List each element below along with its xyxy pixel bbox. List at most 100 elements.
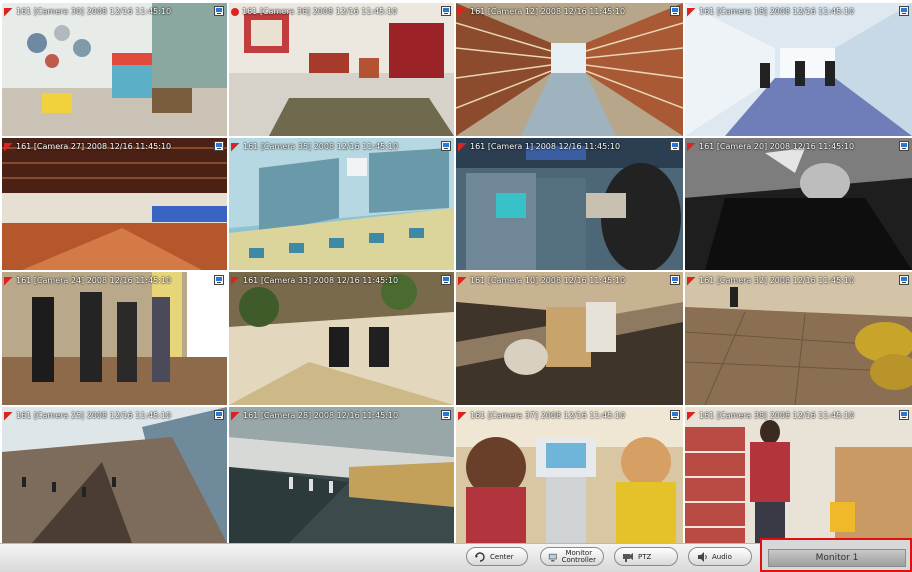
monitor-icon — [899, 6, 909, 16]
camera-label: 161 [Camera 28] 2008 12/16 11:45:10 — [243, 411, 399, 420]
camera-image-conference — [456, 407, 683, 543]
camera-label: 161 [Camera 33] 2008 12/16 11:45:10 — [243, 276, 399, 285]
camera-image-library — [456, 3, 683, 136]
camera-osd: 161 [Camera 1] 2008 12/16 11:45:10 — [458, 140, 620, 154]
record-status-icon — [687, 276, 696, 286]
camera-image-plaza — [685, 272, 912, 405]
monitor-icon — [441, 275, 451, 285]
monitor-icon — [441, 410, 451, 420]
camera-view-tile[interactable]: 161 [Camera 33] 2008 12/16 11:45:10 — [229, 272, 454, 405]
monitor-icon — [441, 141, 451, 151]
ptz-label: PTZ — [638, 552, 652, 561]
record-status-icon — [4, 142, 13, 152]
camera-view-tile[interactable]: 161 [Camera 25] 2008 12/16 11:45:10 — [2, 407, 227, 543]
camera-image-playroom — [2, 3, 227, 136]
camera-image-atm — [456, 138, 683, 270]
camera-label: 161 [Camera 18] 2008 12/16 11:45:10 — [699, 7, 855, 16]
monitor-icon — [670, 275, 680, 285]
monitor-controller-label-line2: Controller — [561, 555, 596, 564]
camera-osd: 161 [Camera 27] 2008 12/16 11:45:10 — [4, 140, 171, 154]
ptz-button[interactable]: PTZ — [614, 547, 678, 566]
record-status-icon — [458, 276, 467, 286]
camera-label: 161 [Camera 27] 2008 12/16 11:45:10 — [16, 142, 172, 151]
camera-label: 161 [Camera 32] 2008 12/16 11:45:10 — [699, 276, 855, 285]
camera-osd: 161 [Camera 28] 2008 12/16 11:45:10 — [231, 409, 398, 423]
camera-label: 161 [Camera 35] 2008 12/16 11:45:10 — [243, 142, 399, 151]
camera-osd: 161 [Camera 25] 2008 12/16 11:45:10 — [4, 409, 171, 423]
camera-grid: 161 [Camera 30] 2008 12/16 11:45:10 161 … — [2, 3, 912, 543]
ptz-camera-icon — [623, 552, 633, 562]
record-status-icon — [458, 411, 467, 421]
camera-view-tile[interactable]: 161 [Camera 30] 2008 12/16 11:45:10 — [2, 3, 227, 136]
monitor-icon — [441, 6, 451, 16]
camera-osd: 161 [Camera 10] 2008 12/16 11:45:10 — [458, 274, 625, 288]
camera-view-tile[interactable]: 161 [Camera 32] 2008 12/16 11:45:10 — [685, 272, 912, 405]
camera-view-tile[interactable]: 161 [Camera 1] 2008 12/16 11:45:10 — [456, 138, 683, 270]
center-label: Center — [490, 552, 514, 561]
camera-image-train — [229, 407, 454, 543]
camera-osd: 161 [Camera 37] 2008 12/16 11:45:10 — [458, 409, 625, 423]
record-status-icon — [231, 411, 240, 421]
camera-image-corridor — [685, 3, 912, 136]
camera-view-tile[interactable]: 161 [Camera 36] 2008 12/16 11:45:10 — [229, 3, 454, 136]
monitor-icon — [899, 275, 909, 285]
monitor-icon — [670, 141, 680, 151]
speaker-icon — [698, 551, 707, 562]
monitor-label: Monitor 1 — [768, 549, 906, 567]
camera-view-tile[interactable]: 161 [Camera 38] 2008 12/16 11:45:10 — [685, 407, 912, 543]
camera-view-tile[interactable]: 161 [Camera 10] 2008 12/16 11:45:10 — [456, 272, 683, 405]
monitor-icon — [899, 410, 909, 420]
monitor-icon — [214, 275, 224, 285]
monitor-icon — [670, 410, 680, 420]
camera-view-tile[interactable]: 161 [Camera 20] 2008 12/16 11:45:10 — [685, 138, 912, 270]
center-button[interactable]: Center — [466, 547, 528, 566]
camera-osd: 161 [Camera 12] 2008 12/16 11:45:10 — [458, 5, 625, 19]
monitor-icon — [214, 141, 224, 151]
camera-view-tile[interactable]: 161 [Camera 37] 2008 12/16 11:45:10 — [456, 407, 683, 543]
camera-label: 161 [Camera 36] 2008 12/16 11:45:10 — [242, 7, 398, 16]
audio-label: Audio — [712, 552, 732, 561]
camera-image-airport — [2, 407, 227, 543]
camera-osd: 161 [Camera 36] 2008 12/16 11:45:10 — [231, 5, 397, 19]
camera-label: 161 [Camera 37] 2008 12/16 11:45:10 — [470, 411, 626, 420]
audio-button[interactable]: Audio — [688, 547, 752, 566]
camera-view-tile[interactable]: 161 [Camera 28] 2008 12/16 11:45:10 — [229, 407, 454, 543]
record-status-icon — [231, 276, 240, 286]
record-status-icon — [687, 142, 696, 152]
camera-image-escalator — [456, 272, 683, 405]
record-status-icon — [458, 7, 467, 17]
camera-osd: 161 [Camera 20] 2008 12/16 11:45:10 — [687, 140, 854, 154]
camera-view-tile[interactable]: 161 [Camera 24] 2008 12/16 11:45:10 — [2, 272, 227, 405]
camera-image-classroom — [229, 3, 454, 136]
monitor-icon — [899, 141, 909, 151]
camera-image-business — [2, 272, 227, 405]
camera-image-gym — [2, 138, 227, 270]
camera-image-handshake — [229, 272, 454, 405]
record-status-icon — [231, 8, 239, 16]
camera-label: 161 [Camera 24] 2008 12/16 11:45:10 — [16, 276, 172, 285]
camera-osd: 161 [Camera 30] 2008 12/16 11:45:10 — [4, 5, 171, 19]
camera-view-tile[interactable]: 161 [Camera 27] 2008 12/16 11:45:10 — [2, 138, 227, 270]
camera-label: 161 [Camera 1] 2008 12/16 11:45:10 — [470, 142, 621, 151]
camera-osd: 161 [Camera 24] 2008 12/16 11:45:10 — [4, 274, 171, 288]
camera-osd: 161 [Camera 38] 2008 12/16 11:45:10 — [687, 409, 854, 423]
camera-view-tile[interactable]: 161 [Camera 18] 2008 12/16 11:45:10 — [685, 3, 912, 136]
monitor-icon — [670, 6, 680, 16]
monitor-icon — [214, 410, 224, 420]
camera-view-tile[interactable]: 161 [Camera 35] 2008 12/16 11:45:10 — [229, 138, 454, 270]
record-status-icon — [687, 7, 696, 17]
record-status-icon — [458, 142, 467, 152]
camera-label: 161 [Camera 25] 2008 12/16 11:45:10 — [16, 411, 172, 420]
center-icon — [475, 551, 485, 562]
camera-label: 161 [Camera 10] 2008 12/16 11:45:10 — [470, 276, 626, 285]
camera-osd: 161 [Camera 18] 2008 12/16 11:45:10 — [687, 5, 854, 19]
record-status-icon — [4, 7, 13, 17]
camera-label: 161 [Camera 20] 2008 12/16 11:45:10 — [699, 142, 855, 151]
camera-image-market — [685, 407, 912, 543]
monitor-controller-button[interactable]: Monitor Controller — [540, 547, 604, 566]
camera-label: 161 [Camera 38] 2008 12/16 11:45:10 — [699, 411, 855, 420]
monitor-indicator[interactable]: Monitor 1 — [760, 538, 912, 572]
camera-view-tile[interactable]: 161 [Camera 12] 2008 12/16 11:45:10 — [456, 3, 683, 136]
camera-label: 161 [Camera 12] 2008 12/16 11:45:10 — [470, 7, 626, 16]
record-status-icon — [687, 411, 696, 421]
